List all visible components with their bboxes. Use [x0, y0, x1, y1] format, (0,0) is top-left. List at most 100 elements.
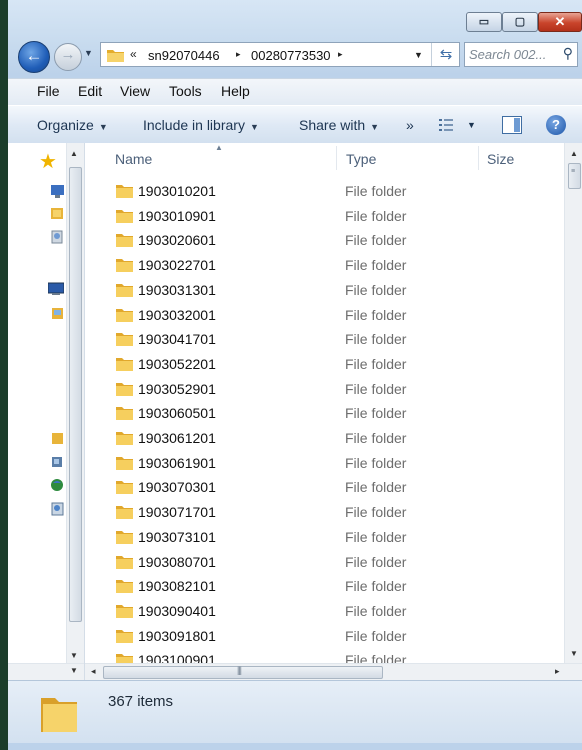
- chevron-down-icon: ▼: [370, 122, 380, 132]
- file-row[interactable]: 1903070301 File folder: [85, 475, 564, 500]
- share-with-button[interactable]: Share with ▼: [299, 117, 379, 133]
- address-separator-icon[interactable]: ▸: [236, 49, 241, 60]
- search-input[interactable]: [469, 46, 553, 63]
- menu-help[interactable]: Help: [221, 83, 250, 99]
- search-icon[interactable]: ⚲: [563, 45, 573, 62]
- network-globe-icon[interactable]: [50, 477, 66, 493]
- minimize-button[interactable]: ▭: [466, 12, 502, 32]
- organize-label: Organize: [37, 117, 94, 133]
- file-row[interactable]: 1903022701 File folder: [85, 253, 564, 278]
- file-row[interactable]: 1903090401 File folder: [85, 599, 564, 624]
- large-folder-icon: [41, 698, 77, 732]
- desktop-icon[interactable]: [50, 183, 66, 199]
- file-name: 1903022701: [138, 257, 216, 274]
- more-commands-button[interactable]: »: [406, 117, 414, 133]
- explorer-window: ▭ ▢ ✕ ← → ▼ « sn92070446 ▸ 00280773530 ▸…: [8, 0, 582, 750]
- file-row[interactable]: 1903010901 File folder: [85, 204, 564, 229]
- file-name: 1903061201: [138, 430, 216, 446]
- file-name: 1903060501: [138, 405, 216, 422]
- column-divider[interactable]: [336, 146, 337, 170]
- address-segment-sn[interactable]: sn92070446: [148, 48, 220, 63]
- file-row[interactable]: 1903091801 File folder: [85, 624, 564, 649]
- address-dropdown-icon[interactable]: ▼: [414, 50, 423, 60]
- file-name: 1903052201: [138, 355, 216, 372]
- menu-view[interactable]: View: [120, 83, 150, 99]
- downloads-folder-icon[interactable]: [50, 205, 66, 221]
- scrollbar-thumb[interactable]: |||: [103, 665, 383, 679]
- column-header-name[interactable]: Name: [115, 151, 152, 167]
- refresh-icon[interactable]: ⇆: [431, 43, 460, 66]
- navigation-pane-hscroll[interactable]: ▼: [8, 663, 84, 681]
- file-row[interactable]: 1903052901 File folder: [85, 377, 564, 402]
- file-type: File folder: [345, 430, 407, 446]
- libraries-icon[interactable]: [50, 305, 66, 321]
- column-divider[interactable]: [478, 146, 479, 170]
- recent-places-icon[interactable]: [50, 229, 66, 245]
- file-row[interactable]: 1903032001 File folder: [85, 303, 564, 328]
- file-row[interactable]: 1903073101 File folder: [85, 525, 564, 550]
- recent-pages-dropdown-icon[interactable]: ▼: [84, 48, 93, 58]
- scroll-down-arrow-icon[interactable]: ▼: [570, 649, 578, 658]
- address-separator-icon[interactable]: ▸: [338, 49, 343, 60]
- file-row[interactable]: 1903061901 File folder: [85, 451, 564, 476]
- menu-tools[interactable]: Tools: [169, 83, 202, 99]
- forward-arrow-icon: →: [60, 46, 76, 63]
- command-bar: Organize ▼ Include in library ▼ Share with…: [8, 105, 582, 145]
- file-list: ▲ Name Type Size 1903010201 File folder 19…: [85, 143, 564, 663]
- file-row[interactable]: 1903060501 File folder: [85, 401, 564, 426]
- forward-button[interactable]: →: [54, 43, 82, 71]
- back-button[interactable]: ←: [18, 41, 50, 73]
- favorites-star-icon[interactable]: ★: [39, 152, 57, 172]
- file-list-scrollbar[interactable]: ▲ ≡ ▼: [564, 143, 582, 663]
- folder-icon: [116, 308, 133, 322]
- column-header-size[interactable]: Size: [487, 151, 514, 167]
- scrollbar-thumb[interactable]: [69, 167, 82, 622]
- file-name: 1903082101: [138, 578, 216, 595]
- preview-pane-icon[interactable]: [502, 116, 522, 134]
- file-row[interactable]: 1903080701 File folder: [85, 550, 564, 575]
- include-in-library-button[interactable]: Include in library ▼: [143, 117, 259, 133]
- file-row[interactable]: 1903010201 File folder: [85, 179, 564, 204]
- help-icon[interactable]: ?: [546, 115, 566, 135]
- folder-icon: [116, 259, 133, 273]
- folder-icon: [116, 357, 133, 371]
- file-type: File folder: [345, 528, 407, 545]
- close-button[interactable]: ✕: [538, 12, 582, 32]
- file-row[interactable]: 1903061201 File folder: [85, 426, 564, 451]
- file-row[interactable]: 1903020601 File folder: [85, 228, 564, 253]
- file-row[interactable]: 1903100901 File folder: [85, 648, 564, 663]
- maximize-button[interactable]: ▢: [502, 12, 538, 32]
- folder-icon[interactable]: [50, 430, 66, 446]
- file-row[interactable]: 1903031301 File folder: [85, 278, 564, 303]
- scroll-down-arrow-icon[interactable]: ▼: [70, 666, 78, 675]
- scroll-left-arrow-icon[interactable]: ◂: [91, 666, 96, 677]
- folder-icon: [107, 50, 124, 62]
- view-options-dropdown-icon[interactable]: ▼: [467, 120, 476, 130]
- horizontal-scrollbar[interactable]: ◂ ||| ▸: [85, 663, 582, 681]
- change-view-icon[interactable]: [439, 118, 457, 132]
- column-header-type[interactable]: Type: [346, 151, 376, 167]
- menu-edit[interactable]: Edit: [78, 83, 102, 99]
- menu-file[interactable]: File: [37, 83, 60, 99]
- computer-monitor-icon[interactable]: [48, 281, 64, 297]
- address-bar[interactable]: « sn92070446 ▸ 00280773530 ▸ ▼ ⇆: [100, 42, 460, 67]
- organize-button[interactable]: Organize ▼: [37, 117, 108, 133]
- network-drive-icon[interactable]: [50, 454, 66, 470]
- control-panel-icon[interactable]: [50, 501, 66, 517]
- file-type: File folder: [345, 331, 407, 348]
- scroll-right-arrow-icon[interactable]: ▸: [555, 666, 560, 677]
- file-row[interactable]: 1903052201 File folder: [85, 352, 564, 377]
- file-row[interactable]: 1903071701 File folder: [85, 500, 564, 525]
- file-row[interactable]: 1903041701 File folder: [85, 327, 564, 352]
- scroll-up-arrow-icon[interactable]: ▲: [570, 149, 578, 158]
- scroll-up-arrow-icon[interactable]: ▲: [70, 149, 78, 158]
- scroll-down-arrow-icon[interactable]: ▼: [70, 651, 78, 660]
- scrollbar-thumb[interactable]: ≡: [568, 163, 581, 189]
- address-segment-current[interactable]: 00280773530: [251, 48, 331, 63]
- folder-icon: [116, 185, 133, 198]
- navigation-pane-scrollbar[interactable]: ▲ ▼: [66, 143, 84, 663]
- file-type: File folder: [345, 504, 407, 521]
- file-row[interactable]: 1903082101 File folder: [85, 574, 564, 599]
- search-box[interactable]: ⚲: [464, 42, 578, 67]
- address-overflow-chevron[interactable]: «: [130, 47, 137, 61]
